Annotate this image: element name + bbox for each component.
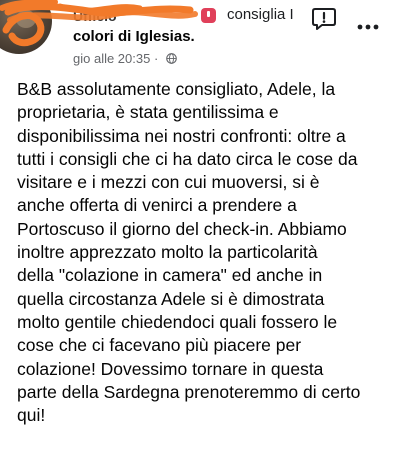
post-header: Ufficio consiglia I [73,6,323,28]
recommends-text: consiglia I [227,6,294,23]
post-body: B&B assolutamente consigliato, Adele, la… [17,78,411,427]
avatar-photo [16,10,36,28]
post-text-line: proprietaria, è stata gentilissima e [17,102,279,123]
author-name[interactable]: Ufficio [73,8,117,24]
post-text-line: della "colazione in camera" ed anche in [17,265,323,286]
page-name[interactable]: colori di Iglesias. [73,28,195,45]
globe-icon [166,53,177,64]
post-meta: gio alle 20:35 · [73,51,177,66]
post-text-line: parte della Sardegna prenoteremmo di cer… [17,381,361,402]
post-text-line: quella circostanza Adele si è dimostrata [17,288,325,309]
post-text-line: Portoscuso il giorno del check-in. Abbia… [17,218,347,239]
post-text-line: anche offerta di venirci a prendere a [17,195,297,216]
post-text-line: B&B assolutamente consigliato, Adele, la [17,79,336,99]
post-text-line: inoltre apprezzato molto la particolarit… [17,242,318,263]
meta-separator: · [153,51,159,66]
post-text-line: colazione! Dovessimo tornare in questa [17,358,324,379]
timestamp[interactable]: gio alle 20:35 [73,51,150,66]
post-text-line: cose che ci facevano più piacere per [17,335,302,356]
more-options-icon[interactable] [357,22,379,32]
recommend-badge-icon [201,8,216,23]
report-flag-icon[interactable] [311,6,337,32]
avatar[interactable] [0,0,52,54]
post-text-line: tutti i consigli che ci ha dato circa le… [17,148,358,169]
post-text-line: molto gentile chiedendoci quali fossero … [17,311,338,332]
post-text-line: disponibilissima nei nostri confronti: o… [17,125,346,146]
post-text-line: qui! [17,405,46,426]
post-text-line: visitare e i mezzi con cui muoversi, si … [17,172,320,193]
